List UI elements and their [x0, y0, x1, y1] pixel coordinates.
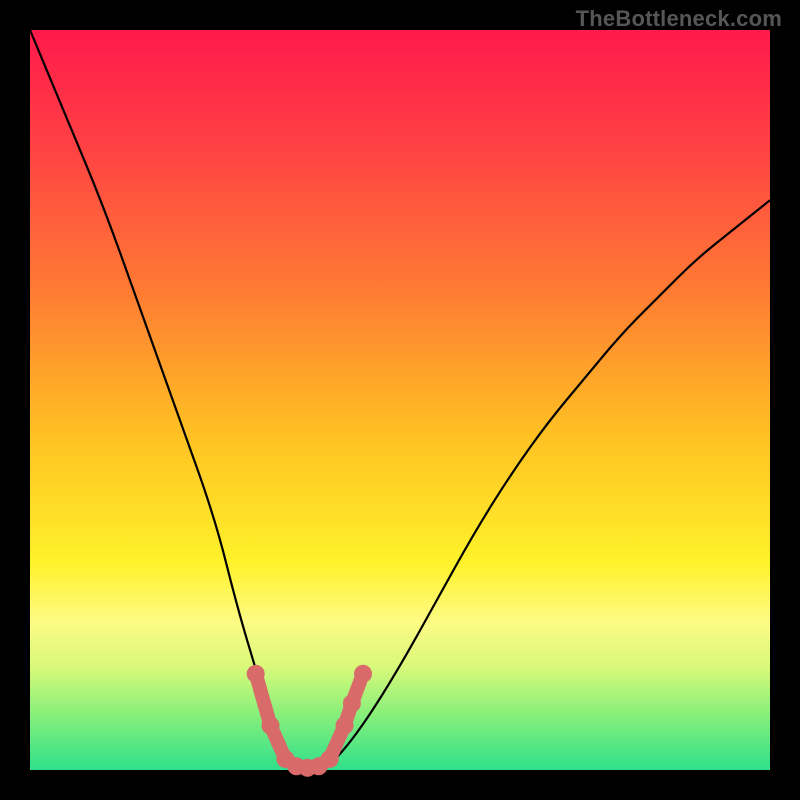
highlight-dot — [354, 665, 372, 683]
bottleneck-chart — [0, 0, 800, 800]
highlight-dot — [343, 694, 361, 712]
highlight-dot — [321, 750, 339, 768]
watermark-text: TheBottleneck.com — [576, 6, 782, 32]
highlight-dot — [262, 717, 280, 735]
plot-background — [30, 30, 770, 770]
highlight-dot — [336, 717, 354, 735]
chart-frame: { "watermark": "TheBottleneck.com", "cha… — [0, 0, 800, 800]
highlight-dot — [247, 665, 265, 683]
